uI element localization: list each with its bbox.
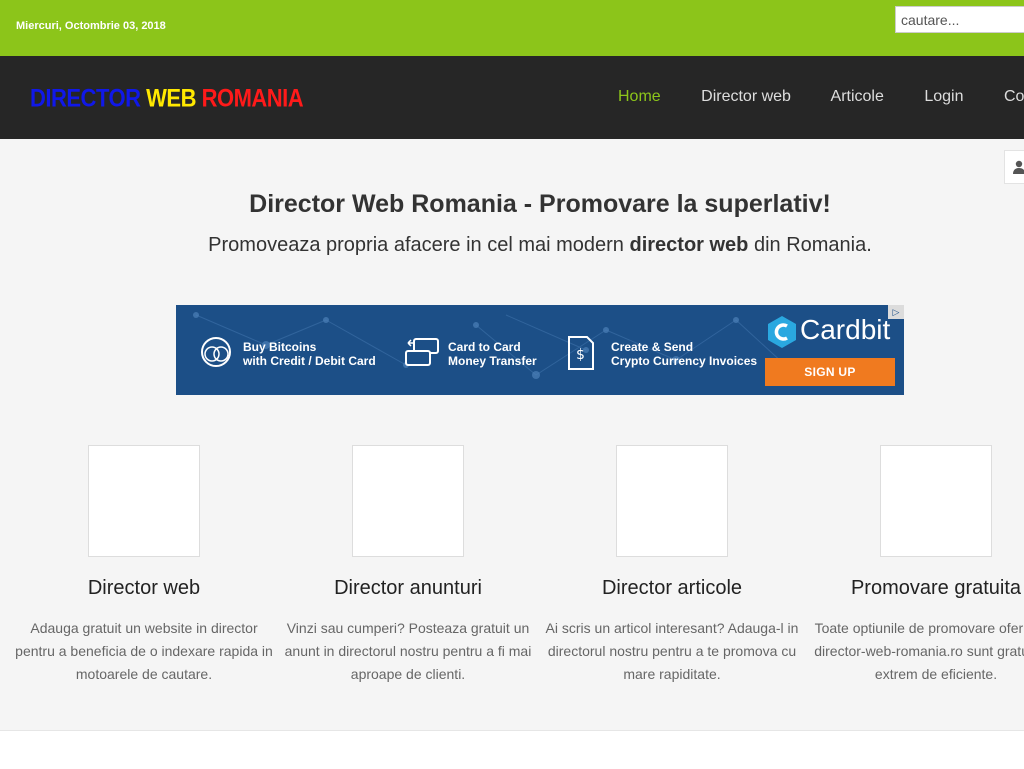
feature-title[interactable]: Promovare gratuita bbox=[804, 577, 1024, 600]
feature-column-promovare-gratuita: Promovare gratuita Toate optiunile de pr… bbox=[804, 445, 1024, 682]
feature-image-placeholder[interactable] bbox=[352, 445, 464, 557]
feature-image-placeholder[interactable] bbox=[88, 445, 200, 557]
logo-word-web: WEB bbox=[146, 84, 196, 112]
feature-crypto-invoices-line1: Create & Send bbox=[611, 340, 694, 354]
cardbit-brand-name: Cardbit bbox=[800, 314, 891, 345]
feature-title[interactable]: Director articole bbox=[540, 577, 804, 600]
logo-word-director: DIRECTOR bbox=[30, 84, 141, 112]
feature-buy-bitcoins-line1: Buy Bitcoins bbox=[243, 340, 317, 354]
feature-crypto-invoices-line2: Crypto Currency Invoices bbox=[611, 354, 758, 368]
navigation-bar: DIRECTOR WEB ROMANIA Home Director web A… bbox=[0, 56, 1024, 139]
menu-item-home[interactable]: Home bbox=[618, 88, 661, 105]
feature-title[interactable]: Director web bbox=[12, 577, 276, 600]
cardbit-logo-icon bbox=[768, 316, 796, 348]
hero-title: Director Web Romania - Promovare la supe… bbox=[249, 190, 831, 218]
feature-card-to-card-line2: Money Transfer bbox=[448, 354, 537, 368]
feature-card-to-card: Card to Card Money Transfer bbox=[448, 340, 537, 368]
feature-card-to-card-line1: Card to Card bbox=[448, 340, 521, 354]
feature-column-director-anunturi: Director anunturi Vinzi sau cumperi? Pos… bbox=[276, 445, 540, 682]
feature-buy-bitcoins: Buy Bitcoins with Credit / Debit Card bbox=[243, 340, 376, 368]
feature-description: Ai scris un articol interesant? Adauga-l… bbox=[545, 620, 799, 682]
ad-banner[interactable]: Buy Bitcoins with Credit / Debit Card Ca… bbox=[176, 305, 904, 395]
card-transfer-icon bbox=[405, 338, 439, 366]
invoice-icon: $ bbox=[568, 336, 594, 370]
menu-item-director-web[interactable]: Director web bbox=[701, 88, 791, 105]
side-login-tab[interactable] bbox=[1004, 150, 1024, 184]
feature-image-placeholder[interactable] bbox=[616, 445, 728, 557]
feature-column-director-web: Director web Adauga gratuit un website i… bbox=[12, 445, 276, 682]
hero-subtitle: Promoveaza propria afacere in cel mai mo… bbox=[0, 234, 1024, 257]
hero-subtitle-bold: director web bbox=[629, 234, 749, 256]
main-menu: Home Director web Articole Login Contact bbox=[618, 88, 1024, 106]
svg-text:$: $ bbox=[576, 347, 585, 363]
logo-word-romania: ROMANIA bbox=[201, 84, 304, 112]
feature-description: Toate optiunile de promovare oferite de … bbox=[814, 620, 1024, 682]
menu-item-contact[interactable]: Contact bbox=[1004, 88, 1024, 105]
top-bar: Miercuri, Octombrie 03, 2018 bbox=[0, 0, 1024, 56]
site-logo[interactable]: DIRECTOR WEB ROMANIA bbox=[30, 84, 304, 113]
menu-item-login[interactable]: Login bbox=[924, 88, 963, 105]
footer-area bbox=[0, 730, 1024, 769]
bitcoin-cards-icon bbox=[201, 337, 231, 367]
user-icon bbox=[1013, 160, 1024, 174]
feature-buy-bitcoins-line2: with Credit / Debit Card bbox=[243, 354, 376, 368]
hero-subtitle-start: Promoveaza propria afacere in cel mai mo… bbox=[208, 234, 630, 256]
feature-crypto-invoices: Create & Send Crypto Currency Invoices bbox=[611, 340, 757, 368]
feature-description: Adauga gratuit un website in director pe… bbox=[15, 620, 273, 682]
search-input[interactable] bbox=[895, 6, 1024, 33]
signup-button[interactable]: SIGN UP bbox=[765, 358, 895, 386]
ad-choices-icon[interactable]: ▷ bbox=[888, 305, 904, 319]
feature-image-placeholder[interactable] bbox=[880, 445, 992, 557]
feature-title[interactable]: Director anunturi bbox=[276, 577, 540, 600]
menu-item-articole[interactable]: Articole bbox=[831, 88, 884, 105]
current-date: Miercuri, Octombrie 03, 2018 bbox=[16, 20, 166, 32]
feature-description: Vinzi sau cumperi? Posteaza gratuit un a… bbox=[284, 620, 532, 682]
hero-subtitle-end: din Romania. bbox=[748, 234, 872, 256]
feature-column-director-articole: Director articole Ai scris un articol in… bbox=[540, 445, 804, 682]
